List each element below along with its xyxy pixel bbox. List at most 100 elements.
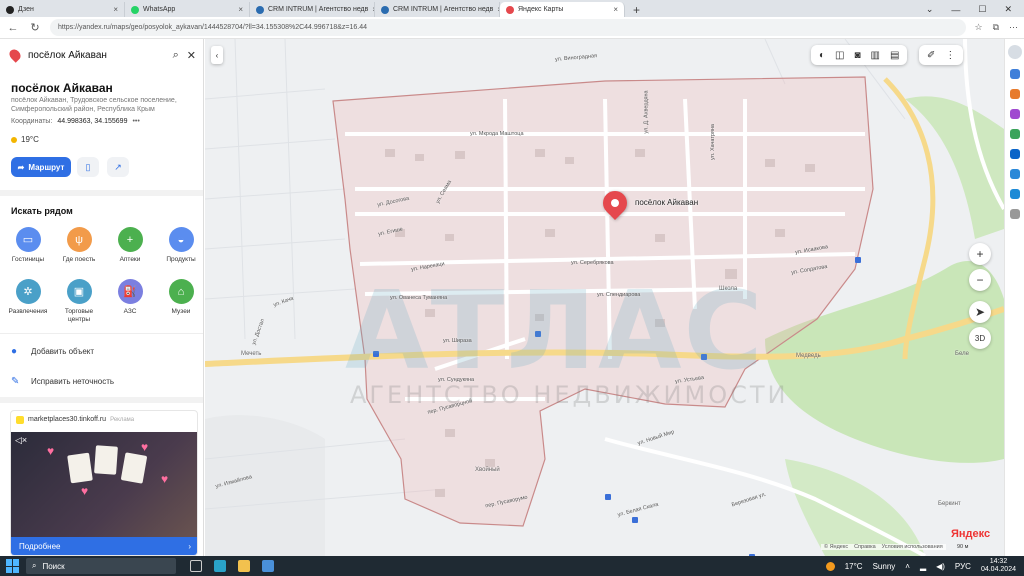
terms-link[interactable]: Условия использования	[882, 544, 943, 550]
clock[interactable]: 14:32 04.04.2024	[981, 558, 1016, 574]
network-icon[interactable]: ▂	[920, 562, 926, 571]
route-icon: ➦	[17, 162, 25, 172]
send-icon[interactable]	[1009, 189, 1020, 199]
bookmark-icon: ▯	[85, 161, 91, 172]
task-view-icon[interactable]	[190, 560, 202, 572]
help-link[interactable]: Справка	[854, 544, 876, 550]
app-icon[interactable]	[262, 560, 274, 572]
close-icon[interactable]: ✕	[1004, 4, 1012, 15]
reload-icon[interactable]: ↻	[28, 21, 42, 34]
yandex-logo: Яндекс	[951, 528, 991, 540]
ad-more-label: Подробнее	[19, 541, 61, 551]
whatsapp-icon	[131, 5, 139, 14]
category-malls[interactable]: ▣ Торговые центры	[56, 279, 102, 324]
nearby-title: Искать рядом	[11, 206, 73, 216]
photo-icon[interactable]: ◙	[855, 50, 861, 61]
poi-label[interactable]: Школа	[719, 286, 737, 292]
ad-domain[interactable]: marketplaces30.tinkoff.ru	[28, 416, 106, 423]
category-hotels[interactable]: ▭ Гостиницы	[5, 227, 51, 264]
office-icon[interactable]	[1009, 169, 1020, 179]
search-icon[interactable]	[1009, 69, 1020, 79]
coords-more[interactable]: •••	[132, 118, 139, 125]
close-tab-icon[interactable]: ×	[113, 5, 118, 14]
url-field[interactable]: https://yandex.ru/maps/geo/posyolok_ayka…	[50, 19, 967, 36]
ruler-icon[interactable]: ✐	[927, 50, 935, 61]
new-tab-button[interactable]: +	[625, 2, 648, 17]
close-tab-icon[interactable]: ×	[238, 5, 243, 14]
minimize-icon[interactable]: —	[951, 5, 960, 15]
profile-icon[interactable]	[1007, 45, 1022, 59]
add-object-link[interactable]: ● Добавить объект	[11, 346, 94, 357]
clock-date: 04.04.2024	[980, 566, 1016, 573]
maximize-icon[interactable]: ☐	[978, 4, 986, 15]
star-icon[interactable]: ☆	[974, 22, 982, 33]
mute-icon[interactable]: ◁×	[15, 435, 27, 446]
browser-tab[interactable]: CRM INTRUM | Агентство недв×	[250, 2, 375, 17]
window-controls: ⌄ — ☐ ✕	[926, 2, 1024, 17]
browser-tab[interactable]: WhatsApp ×	[125, 2, 250, 17]
category-fuel[interactable]: ⛽ АЗС	[107, 279, 153, 316]
volume-icon[interactable]: ◀)	[936, 562, 945, 571]
coords-value[interactable]: 44.998363, 34.155699	[57, 118, 127, 125]
layers-icon[interactable]: ◐	[819, 50, 825, 61]
3d-button[interactable]: 3D	[969, 327, 991, 349]
pharmacy-icon: +	[117, 227, 143, 252]
route-button[interactable]: ➦ Маршрут	[11, 157, 71, 177]
more-icon[interactable]: ⋮	[945, 50, 955, 61]
close-tab-icon[interactable]: ×	[613, 5, 618, 14]
chevron-up-icon[interactable]: ˄	[905, 562, 910, 571]
copilot-icon[interactable]	[1009, 89, 1020, 99]
category-entertainment[interactable]: ✲ Развлечения	[5, 279, 51, 316]
poi-label[interactable]: Мечеть	[241, 351, 261, 357]
browser-tab[interactable]: Дзен ×	[0, 2, 125, 17]
fix-error-link[interactable]: ✎ Исправить неточность	[11, 376, 114, 387]
back-icon[interactable]: ←	[6, 22, 20, 34]
ad-more-button[interactable]: Подробнее ›	[11, 537, 197, 555]
search-input[interactable]: посёлок Айкаван	[28, 50, 165, 61]
map-tools-toolbar: ✐ ⋮	[919, 45, 964, 65]
language-indicator[interactable]: РУС	[955, 562, 971, 571]
category-grocery[interactable]: ◒ Продукты	[158, 227, 203, 264]
place-marker-label[interactable]: посёлок Айкаван	[635, 198, 698, 207]
close-icon[interactable]: ✕	[187, 49, 196, 62]
tools-icon[interactable]	[1009, 109, 1020, 119]
extensions-icon[interactable]: ⧉	[993, 22, 999, 33]
street-label: ул. Шираза	[443, 338, 472, 344]
zoom-in-button[interactable]: +	[969, 243, 991, 265]
chevron-down-icon[interactable]: ⌄	[926, 4, 934, 15]
category-museums[interactable]: ⌂ Музеи	[158, 279, 203, 316]
bookmark-button[interactable]: ▯	[77, 157, 99, 177]
search-icon[interactable]: ⌕	[173, 49, 179, 62]
poi-label[interactable]: Беркинт	[938, 501, 961, 507]
zoom-out-button[interactable]: −	[969, 269, 991, 291]
taskbar-search[interactable]: ⌕ Поиск	[26, 558, 176, 574]
explorer-icon[interactable]	[238, 560, 250, 572]
collapse-panel-button[interactable]: ‹	[211, 46, 223, 64]
tray-weather[interactable]: Sunny	[873, 562, 896, 571]
search-box[interactable]: посёлок Айкаван ⌕ ✕	[7, 43, 196, 67]
map-canvas[interactable]: АТЛАС АГЕНТСТВО НЕДВИЖИМОСТИ ул. Мкрода …	[205, 39, 1004, 556]
tab-label: Дзен	[18, 6, 34, 13]
add-icon[interactable]	[1009, 209, 1020, 219]
windows-start-icon[interactable]	[6, 559, 20, 573]
panorama-icon[interactable]: ◫	[835, 50, 844, 61]
browser-tab[interactable]: CRM INTRUM | Агентство недв×	[375, 2, 500, 17]
url-text: https://yandex.ru/maps/geo/posyolok_ayka…	[58, 24, 368, 31]
traffic-icon[interactable]: ▤	[890, 50, 899, 61]
poi-label[interactable]: Медведь	[796, 353, 821, 359]
transport-icon[interactable]: ▥	[871, 50, 880, 61]
games-icon[interactable]	[1009, 129, 1020, 139]
edge-icon[interactable]	[214, 560, 226, 572]
menu-icon[interactable]: ⋯	[1009, 22, 1018, 33]
taskbar-apps	[190, 560, 274, 572]
category-pharmacy[interactable]: + Аптеки	[107, 227, 153, 264]
chevron-left-icon: ‹	[215, 50, 219, 60]
ad-image[interactable]: ◁× ♥ ♥ ♥ ♥	[11, 432, 197, 538]
category-food[interactable]: ψ Где поесть	[56, 227, 102, 264]
tray-temp[interactable]: 17°C	[845, 562, 863, 571]
locate-button[interactable]: ➤	[969, 301, 991, 323]
browser-tab-active[interactable]: Яндекс Карты ×	[500, 2, 625, 17]
share-button[interactable]: ↗	[107, 157, 129, 177]
outlook-icon[interactable]	[1009, 149, 1020, 159]
ad-block[interactable]: marketplaces30.tinkoff.ru Реклама ◁× ♥ ♥…	[10, 410, 198, 556]
